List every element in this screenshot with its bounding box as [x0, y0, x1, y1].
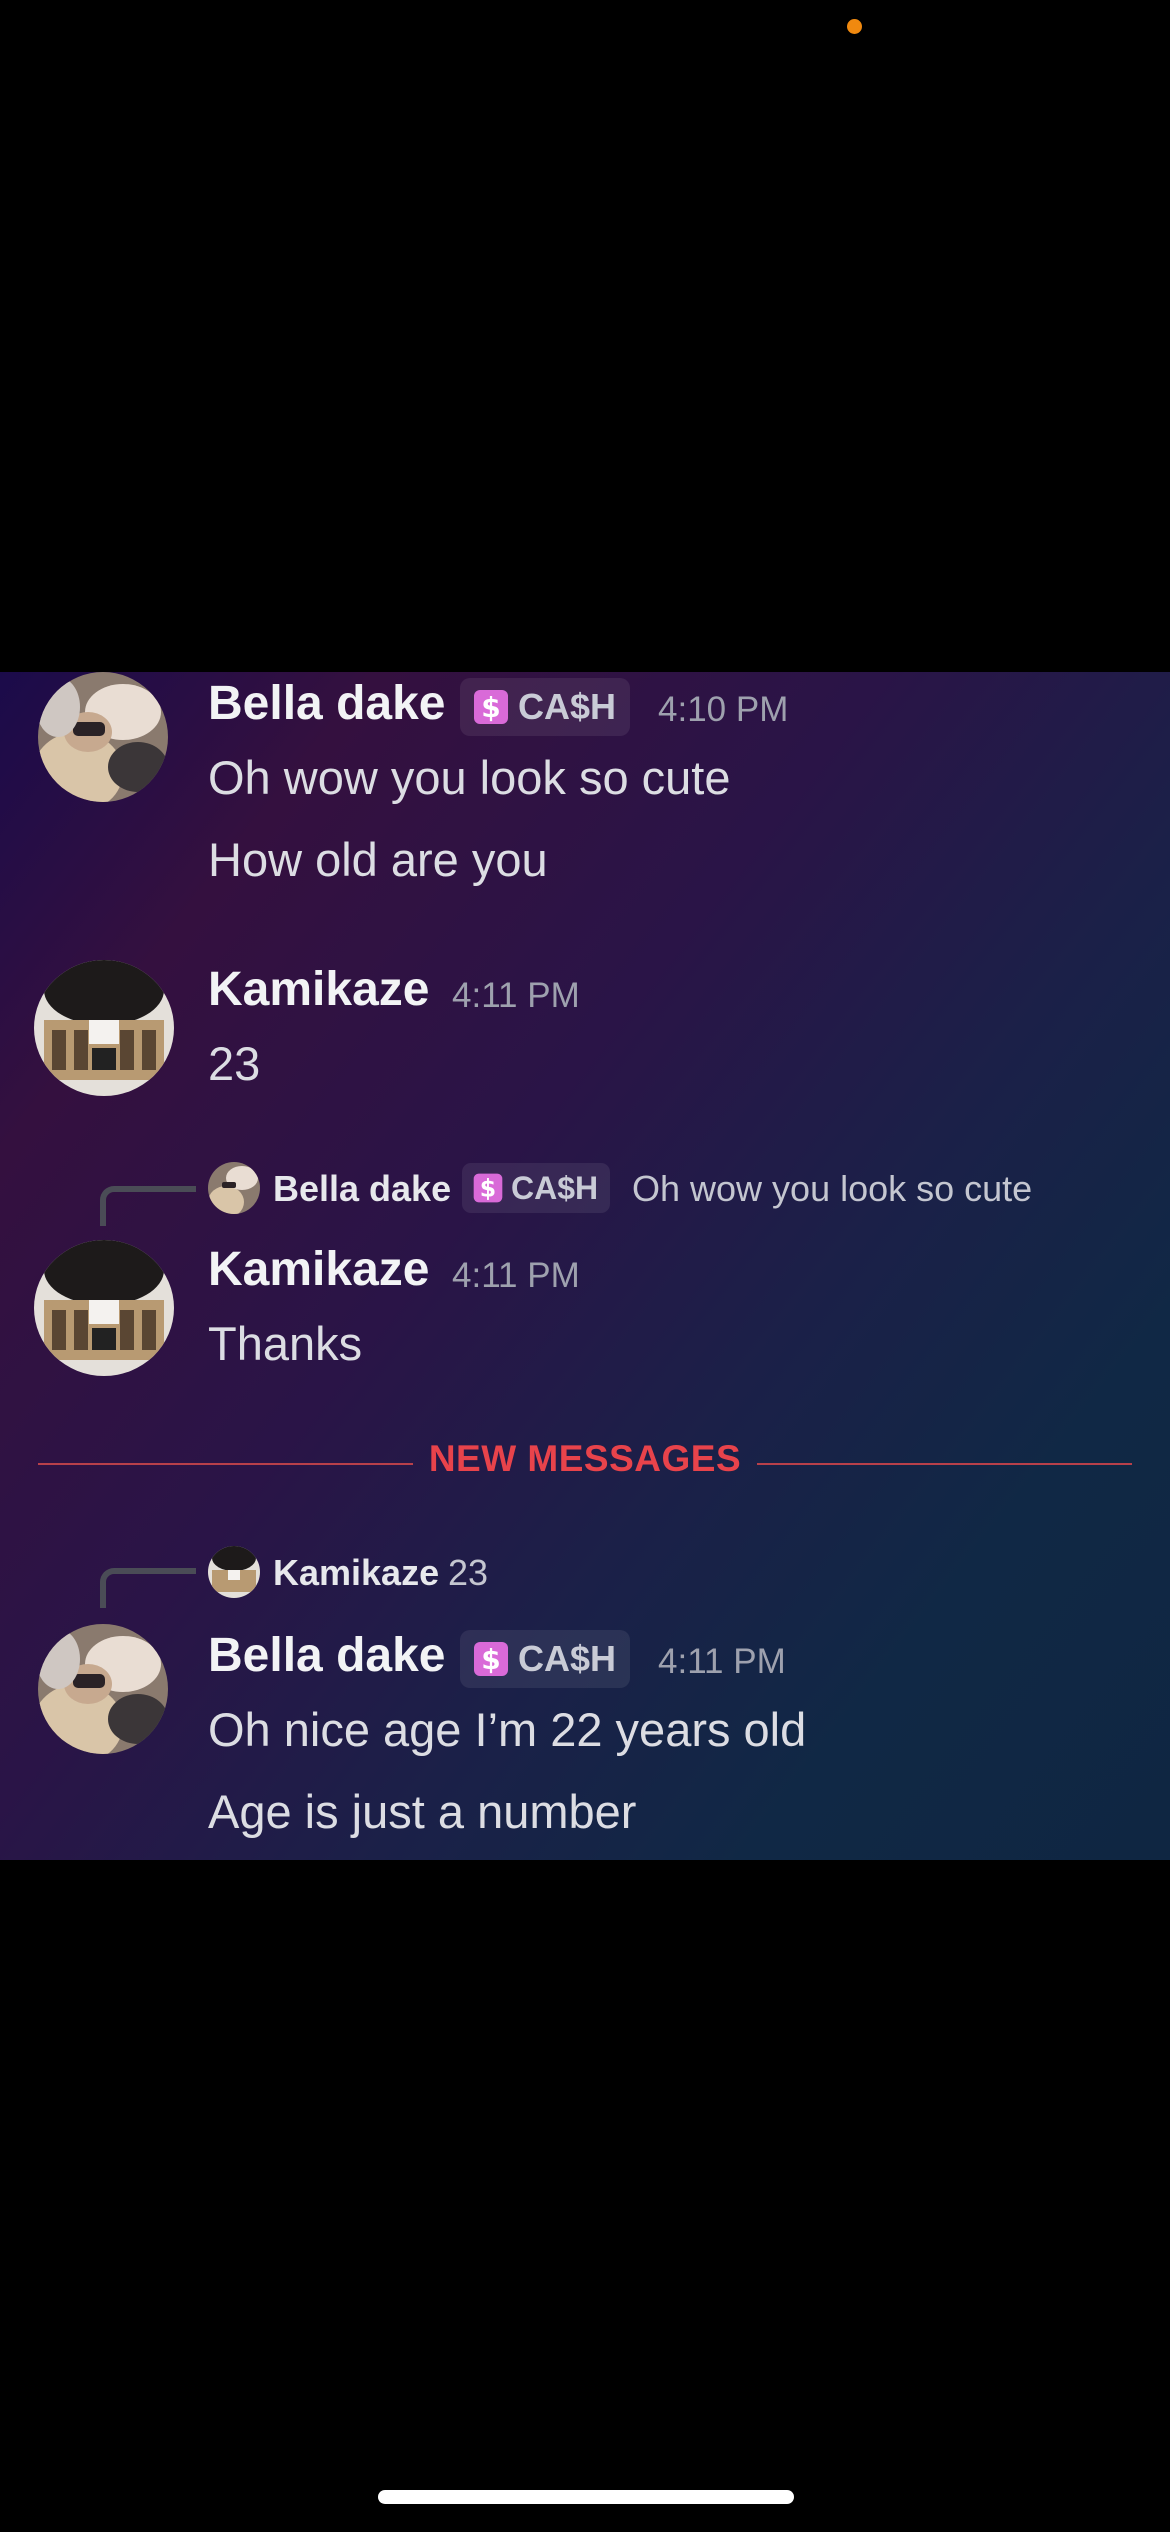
- message-author[interactable]: Bella dake: [208, 676, 445, 731]
- message-timestamp: 4:11 PM: [452, 1256, 580, 1295]
- message-author[interactable]: Bella dake: [208, 1628, 445, 1683]
- svg-text:$: $: [481, 691, 500, 724]
- avatar-kamikaze[interactable]: [34, 960, 174, 1096]
- new-messages-divider-label: NEW MESSAGES: [428, 1438, 742, 1479]
- message-text[interactable]: 23: [208, 1036, 260, 1091]
- message-timestamp: 4:11 PM: [452, 976, 580, 1015]
- reply-preview-text[interactable]: Oh wow you look so cute: [632, 1168, 1032, 1210]
- role-tag-label: CA$H: [518, 686, 617, 727]
- cash-role-icon: $: [473, 1173, 503, 1202]
- cash-role-icon: $: [474, 1642, 508, 1676]
- message-timestamp: 4:11 PM: [658, 1642, 786, 1681]
- role-tag-label: CA$H: [518, 1638, 617, 1679]
- message-text[interactable]: Age is just a number: [208, 1784, 636, 1839]
- reply-author[interactable]: Kamikaze: [273, 1552, 439, 1594]
- home-indicator[interactable]: [378, 2490, 794, 2504]
- message-text[interactable]: Oh wow you look so cute: [208, 750, 731, 805]
- chat-panel[interactable]: Bella dake $ CA$H 4:10 PM Oh wow you loo…: [0, 672, 1170, 1860]
- reply-author[interactable]: Bella dake: [273, 1168, 451, 1210]
- svg-text:$: $: [481, 1643, 500, 1676]
- message-author[interactable]: Kamikaze: [208, 962, 429, 1017]
- reply-avatar-kamikaze[interactable]: [208, 1546, 260, 1598]
- message-text[interactable]: How old are you: [208, 832, 548, 887]
- role-tag[interactable]: $ CA$H: [460, 1630, 631, 1688]
- reply-connector: [100, 1186, 196, 1226]
- message-text[interactable]: Thanks: [208, 1316, 362, 1371]
- reply-role-tag[interactable]: $ CA$H: [462, 1163, 611, 1213]
- reply-avatar-bella-dake[interactable]: [208, 1162, 260, 1214]
- message-timestamp: 4:10 PM: [658, 690, 789, 729]
- avatar-bella-dake[interactable]: [38, 1624, 168, 1754]
- status-indicator-dot: [847, 19, 862, 34]
- reply-connector: [100, 1568, 196, 1608]
- avatar-bella-dake[interactable]: [38, 672, 168, 802]
- role-tag[interactable]: $ CA$H: [460, 678, 631, 736]
- reply-role-tag-label: CA$H: [511, 1169, 599, 1206]
- avatar-kamikaze[interactable]: [34, 1240, 174, 1376]
- reply-preview-text[interactable]: 23: [448, 1552, 488, 1594]
- message-text[interactable]: Oh nice age I’m 22 years old: [208, 1702, 806, 1757]
- svg-text:$: $: [480, 1174, 496, 1202]
- cash-role-icon: $: [474, 690, 508, 724]
- message-author[interactable]: Kamikaze: [208, 1242, 429, 1297]
- screen: Bella dake $ CA$H 4:10 PM Oh wow you loo…: [0, 0, 1170, 2532]
